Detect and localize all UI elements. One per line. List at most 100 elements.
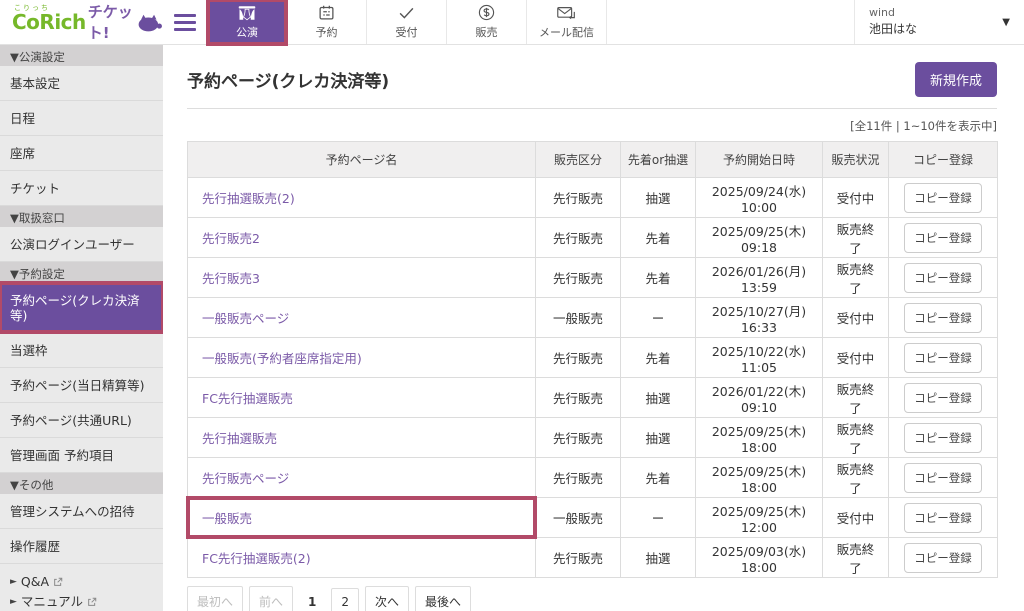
copy-register-button[interactable]: コピー登録: [904, 223, 982, 253]
reservation-page-name-cell: 先行抽選販売(2): [188, 178, 536, 218]
start-datetime-cell: 2026/01/26(月) 13:59: [696, 258, 823, 298]
sidebar-item[interactable]: 当選枠: [0, 333, 163, 368]
user-name: 池田はな: [869, 21, 917, 37]
sidebar-external-link-label: Q&A: [21, 575, 49, 589]
sales-status-cell: 販売終了: [823, 218, 889, 258]
sidebar-item[interactable]: 操作履歴: [0, 529, 163, 564]
reservation-page-name-cell: 先行販売ページ: [188, 458, 536, 498]
reservation-page-link[interactable]: 一般販売: [202, 511, 252, 526]
method-cell: 抽選: [621, 378, 696, 418]
copy-register-cell: コピー登録: [889, 418, 998, 458]
sidebar-item[interactable]: 基本設定: [0, 66, 163, 101]
logo[interactable]: こりっち CoRich チケット!: [0, 0, 163, 44]
method-cell: ー: [621, 498, 696, 538]
table-column-header: 販売区分: [536, 142, 621, 178]
pagination-next-button[interactable]: 次へ: [365, 586, 409, 611]
create-new-button[interactable]: 新規作成: [915, 62, 997, 97]
user-menu[interactable]: wind 池田はな ▼: [854, 0, 1024, 44]
pagination-current-page: 1: [299, 589, 325, 611]
sidebar-item[interactable]: 予約ページ(クレカ決済等): [0, 283, 163, 333]
reservation-page-link[interactable]: 先行抽選販売: [202, 431, 277, 446]
copy-register-button[interactable]: コピー登録: [904, 543, 982, 573]
table-row: 先行抽選販売(2)先行販売抽選2025/09/24(水) 10:00受付中コピー…: [188, 178, 998, 218]
copy-register-button[interactable]: コピー登録: [904, 503, 982, 533]
sidebar-item[interactable]: 予約ページ(当日精算等): [0, 368, 163, 403]
table-row: 一般販売一般販売ー2025/09/25(木) 12:00受付中コピー登録: [188, 498, 998, 538]
copy-register-cell: コピー登録: [889, 298, 998, 338]
sidebar-external-link[interactable]: ► Q&A: [10, 572, 153, 592]
menu-button[interactable]: [163, 0, 207, 44]
table-column-header: コピー登録: [889, 142, 998, 178]
copy-register-cell: コピー登録: [889, 378, 998, 418]
reservation-page-name-cell: 一般販売(予約者座席指定用): [188, 338, 536, 378]
tab-reception[interactable]: 受付: [367, 0, 447, 44]
copy-register-button[interactable]: コピー登録: [904, 383, 982, 413]
reservation-page-name-cell: FC先行抽選販売(2): [188, 538, 536, 578]
start-datetime-cell: 2025/10/27(月) 16:33: [696, 298, 823, 338]
logo-brand: CoRich: [12, 10, 86, 34]
method-cell: ー: [621, 298, 696, 338]
tab-mail-delivery[interactable]: メール配信: [527, 0, 607, 44]
sidebar-item[interactable]: 公演ログインユーザー: [0, 227, 163, 262]
copy-register-button[interactable]: コピー登録: [904, 303, 982, 333]
table-column-header: 先着or抽選: [621, 142, 696, 178]
method-cell: 抽選: [621, 178, 696, 218]
copy-register-button[interactable]: コピー登録: [904, 183, 982, 213]
sales-status-cell: 受付中: [823, 178, 889, 218]
copy-register-cell: コピー登録: [889, 178, 998, 218]
app-window: こりっち CoRich チケット! 公演予約受付 販売メール配信 wind 池田は…: [0, 0, 1024, 611]
hamburger-icon: [174, 21, 196, 24]
reservation-page-link[interactable]: 先行販売3: [202, 271, 260, 286]
reservation-page-name-cell: 一般販売: [188, 498, 536, 538]
pagination-prev-button[interactable]: 前へ: [249, 586, 293, 611]
dollar-icon: [478, 4, 495, 21]
copy-register-button[interactable]: コピー登録: [904, 263, 982, 293]
copy-register-cell: コピー登録: [889, 538, 998, 578]
copy-register-button[interactable]: コピー登録: [904, 343, 982, 373]
table-header-row: 予約ページ名販売区分先着or抽選予約開始日時販売状況コピー登録: [188, 142, 998, 178]
sidebar-item[interactable]: 管理画面 予約項目: [0, 438, 163, 473]
tab-reservations[interactable]: 予約: [287, 0, 367, 44]
main-tabs: 公演予約受付 販売メール配信: [207, 0, 607, 44]
sales-category-cell: 先行販売: [536, 218, 621, 258]
pagination-last-button[interactable]: 最後へ: [415, 586, 471, 611]
tab-sales[interactable]: 販売: [447, 0, 527, 44]
arrow-right-icon: ►: [10, 575, 17, 589]
pagination-first-button[interactable]: 最初へ: [187, 586, 243, 611]
reservation-page-link[interactable]: 先行販売2: [202, 231, 260, 246]
tab-performances[interactable]: 公演: [207, 0, 287, 44]
copy-register-cell: コピー登録: [889, 258, 998, 298]
pagination-page-button[interactable]: 2: [331, 588, 359, 611]
sidebar-item[interactable]: 予約ページ(共通URL): [0, 403, 163, 438]
start-datetime-cell: 2025/09/24(水) 10:00: [696, 178, 823, 218]
sales-status-cell: 販売終了: [823, 458, 889, 498]
tab-label: メール配信: [539, 24, 594, 40]
sales-category-cell: 先行販売: [536, 338, 621, 378]
start-datetime-cell: 2025/09/03(水) 18:00: [696, 538, 823, 578]
method-cell: 先着: [621, 218, 696, 258]
curtain-icon: [238, 4, 256, 21]
start-datetime-cell: 2025/10/22(水) 11:05: [696, 338, 823, 378]
sidebar-item[interactable]: 管理システムへの招待: [0, 494, 163, 529]
sidebar-section-header: ▼公演設定: [0, 45, 163, 66]
sidebar-item[interactable]: チケット: [0, 171, 163, 206]
result-count: [全11件 | 1~10件を表示中]: [187, 118, 997, 134]
reservation-pages-table: 予約ページ名販売区分先着or抽選予約開始日時販売状況コピー登録 先行抽選販売(2…: [187, 141, 998, 578]
user-info: wind 池田はな: [869, 6, 917, 37]
reservation-page-link[interactable]: 一般販売(予約者座席指定用): [202, 351, 362, 366]
sidebar-external-link[interactable]: ►マニュアル: [10, 592, 153, 611]
reservation-page-link[interactable]: 先行抽選販売(2): [202, 191, 295, 206]
sidebar-item[interactable]: 座席: [0, 136, 163, 171]
copy-register-button[interactable]: コピー登録: [904, 423, 982, 453]
method-cell: 先着: [621, 258, 696, 298]
reservation-page-link[interactable]: 一般販売ページ: [202, 311, 289, 326]
sales-status-cell: 販売終了: [823, 538, 889, 578]
external-link-icon: [87, 597, 97, 607]
reservation-page-link[interactable]: FC先行抽選販売: [202, 391, 293, 406]
sidebar-item[interactable]: 日程: [0, 101, 163, 136]
reservation-page-link[interactable]: 先行販売ページ: [202, 471, 289, 486]
tab-label: 受付: [396, 24, 418, 40]
reservation-page-link[interactable]: FC先行抽選販売(2): [202, 551, 311, 566]
sidebar-section-header: ▼予約設定: [0, 262, 163, 283]
copy-register-button[interactable]: コピー登録: [904, 463, 982, 493]
